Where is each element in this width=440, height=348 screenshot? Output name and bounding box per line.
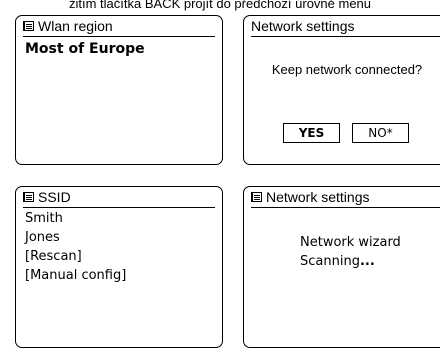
scanning-line: Scanning...: [300, 252, 401, 271]
ssid-item-rescan[interactable]: [Rescan]: [25, 247, 126, 266]
network-wizard-line: Network wizard: [300, 235, 401, 250]
ssid-screen: SSID Smith Jones [Rescan] [Manual config…: [15, 186, 223, 348]
ssid-title: SSID: [38, 189, 71, 205]
ssid-header: SSID: [23, 187, 215, 208]
ssid-item-smith[interactable]: Smith: [25, 209, 126, 228]
network-wizard-title: Network settings: [266, 189, 370, 205]
ssid-item-manual-config[interactable]: [Manual config]: [25, 266, 126, 285]
network-wizard-body: Network wizard Scanning...: [300, 233, 401, 271]
yes-button[interactable]: YES: [283, 123, 340, 143]
wlan-region-header: Wlan region: [23, 16, 215, 37]
ssid-list: Smith Jones [Rescan] [Manual config]: [25, 209, 126, 285]
no-button[interactable]: NO*: [352, 123, 409, 143]
network-settings-confirm-title: Network settings: [251, 18, 355, 34]
network-settings-confirm-screen: Network settings Keep network connected?…: [243, 15, 440, 165]
wlan-region-screen: Wlan region Most of Europe: [15, 15, 223, 165]
network-settings-confirm-header: Network settings: [251, 16, 440, 37]
scanning-text: Scanning: [300, 254, 360, 269]
wlan-region-selected[interactable]: Most of Europe: [25, 41, 145, 57]
menu-list-icon: [23, 21, 34, 31]
ssid-item-jones[interactable]: Jones: [25, 228, 126, 247]
network-wizard-header: Network settings: [251, 187, 440, 208]
keep-connected-prompt: Keep network connected?: [271, 62, 423, 77]
network-wizard-screen: Network settings Network wizard Scanning…: [243, 186, 440, 348]
menu-list-icon: [251, 192, 262, 202]
menu-list-icon: [23, 192, 34, 202]
wlan-region-title: Wlan region: [38, 18, 113, 34]
scanning-dots: ...: [359, 254, 375, 269]
page-caption: žitím tlačítka BACK projít do předchozí …: [68, 0, 372, 11]
